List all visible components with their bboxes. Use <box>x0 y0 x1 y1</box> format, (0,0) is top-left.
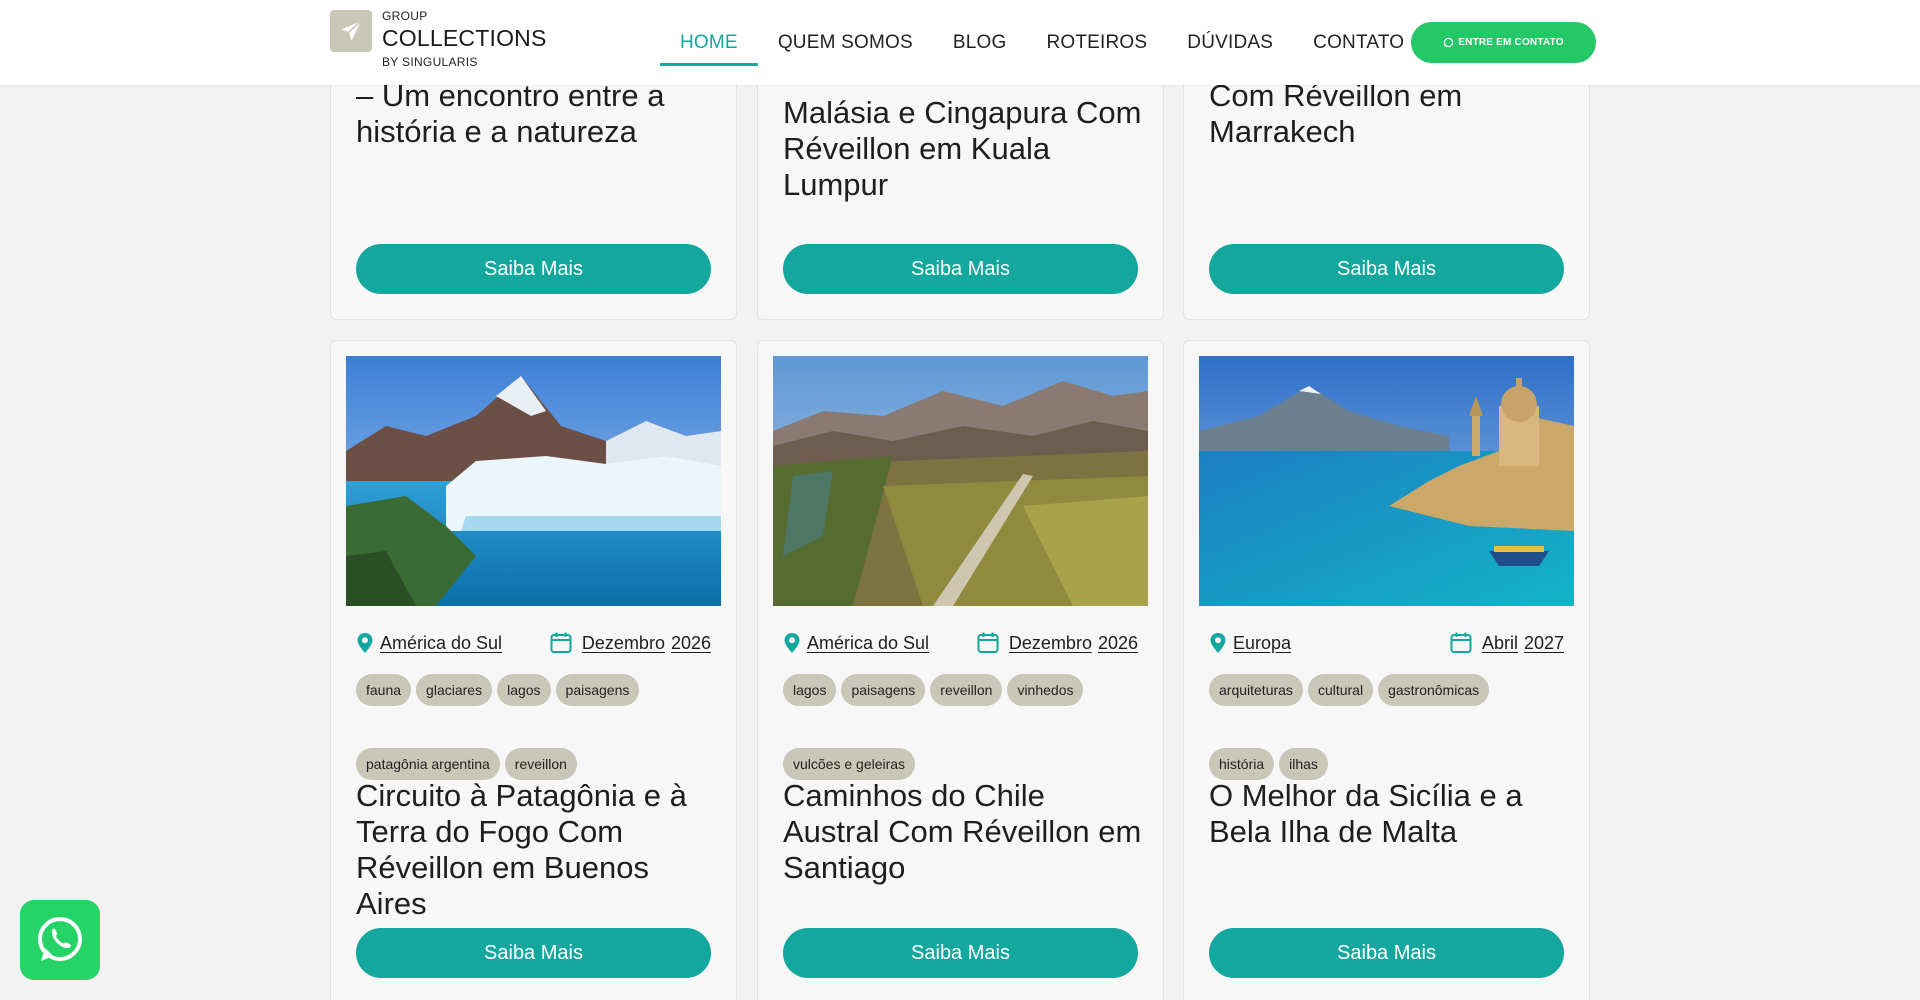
tag[interactable]: patagônia argentina <box>356 748 500 780</box>
tag[interactable]: ilhas <box>1279 748 1328 780</box>
tag[interactable]: arquiteturas <box>1209 674 1303 706</box>
region-link[interactable]: Europa <box>1233 633 1291 654</box>
map-pin-icon <box>784 633 800 653</box>
tag[interactable]: vinhedos <box>1007 674 1084 706</box>
tour-image[interactable] <box>346 356 721 606</box>
tag[interactable]: reveillon <box>930 674 1003 706</box>
region-link[interactable]: América do Sul <box>807 633 929 654</box>
nav-quem-somos[interactable]: QUEM SOMOS <box>758 0 933 85</box>
whatsapp-icon <box>1444 37 1454 48</box>
tag-list: lagos paisagens reveillon vinhedos vulcõ… <box>783 674 1143 780</box>
tag-list: fauna glaciares lagos paisagens patagôni… <box>356 674 716 780</box>
month-link[interactable]: Dezembro <box>1009 633 1092 654</box>
tag[interactable]: lagos <box>497 674 551 706</box>
logo[interactable]: GROUP COLLECTIONS BY SINGULARIS <box>330 10 547 68</box>
map-pin-icon <box>1210 633 1226 653</box>
saiba-mais-button[interactable]: Saiba Mais <box>783 244 1138 294</box>
saiba-mais-button[interactable]: Saiba Mais <box>783 928 1138 978</box>
card-title: Malásia e Cingapura Com Réveillon em Kua… <box>783 95 1142 202</box>
nav-duvidas[interactable]: DÚVIDAS <box>1167 0 1293 85</box>
tour-card: América do Sul Dezembro 2026 lagos paisa… <box>757 340 1164 1000</box>
nav-roteiros[interactable]: ROTEIROS <box>1026 0 1167 85</box>
logo-line2: COLLECTIONS <box>382 25 547 51</box>
nav-home[interactable]: HOME <box>660 0 758 85</box>
nav-contato[interactable]: CONTATO <box>1293 0 1424 85</box>
tour-meta: América do Sul Dezembro 2026 <box>356 629 711 657</box>
tour-meta: Europa Abril 2027 <box>1209 629 1564 657</box>
nav-blog[interactable]: BLOG <box>933 0 1027 85</box>
tag[interactable]: lagos <box>783 674 837 706</box>
tour-image[interactable] <box>1199 356 1574 606</box>
airplane-logo-icon <box>330 10 372 52</box>
year-link[interactable]: 2026 <box>1098 633 1138 654</box>
saiba-mais-button[interactable]: Saiba Mais <box>356 244 711 294</box>
whatsapp-float-button[interactable] <box>20 900 100 980</box>
month-link[interactable]: Abril <box>1482 633 1518 654</box>
tag-list: arquiteturas cultural gastronômicas hist… <box>1209 674 1569 780</box>
region-link[interactable]: América do Sul <box>380 633 502 654</box>
saiba-mais-button[interactable]: Saiba Mais <box>356 928 711 978</box>
saiba-mais-button[interactable]: Saiba Mais <box>1209 928 1564 978</box>
tag[interactable]: reveillon <box>504 748 577 780</box>
tour-card: América do Sul Dezembro 2026 fauna glaci… <box>330 340 737 1000</box>
year-link[interactable]: 2027 <box>1524 633 1564 654</box>
tour-card: Europa Abril 2027 arquiteturas cultural … <box>1183 340 1590 1000</box>
card-title: Caminhos do Chile Austral Com Réveillon … <box>783 778 1142 885</box>
logo-line1: GROUP <box>382 9 428 23</box>
tag[interactable]: história <box>1209 748 1275 780</box>
card-title: O Melhor da Sicília e a Bela Ilha de Mal… <box>1209 778 1523 849</box>
contact-cta-button[interactable]: ENTRE EM CONTATO <box>1411 22 1596 63</box>
map-pin-icon <box>357 633 373 653</box>
calendar-icon <box>977 632 999 653</box>
tour-image[interactable] <box>773 356 1148 606</box>
tag[interactable]: glaciares <box>416 674 493 706</box>
tag[interactable]: vulcões e geleiras <box>783 748 916 780</box>
calendar-icon <box>1450 632 1472 653</box>
tag[interactable]: paisagens <box>555 674 640 706</box>
year-link[interactable]: 2026 <box>671 633 711 654</box>
tag[interactable]: cultural <box>1307 674 1374 706</box>
card-title: Com Réveillon em Marrakech <box>1209 78 1463 149</box>
cta-label: ENTRE EM CONTATO <box>1458 37 1564 48</box>
logo-line3: BY SINGULARIS <box>382 55 478 69</box>
card-title: Circuito à Patagônia e à Terra do Fogo C… <box>356 778 687 921</box>
main-nav: HOME QUEM SOMOS BLOG ROTEIROS DÚVIDAS CO… <box>660 0 1424 85</box>
month-link[interactable]: Dezembro <box>582 633 665 654</box>
whatsapp-icon <box>38 917 82 961</box>
tag[interactable]: paisagens <box>841 674 926 706</box>
tag[interactable]: gastronômicas <box>1378 674 1490 706</box>
saiba-mais-button[interactable]: Saiba Mais <box>1209 244 1564 294</box>
tour-meta: América do Sul Dezembro 2026 <box>783 629 1138 657</box>
card-title: – Um encontro entre a história e a natur… <box>356 78 665 149</box>
tag[interactable]: fauna <box>356 674 412 706</box>
site-header: GROUP COLLECTIONS BY SINGULARIS HOME QUE… <box>0 0 1920 85</box>
calendar-icon <box>550 632 572 653</box>
